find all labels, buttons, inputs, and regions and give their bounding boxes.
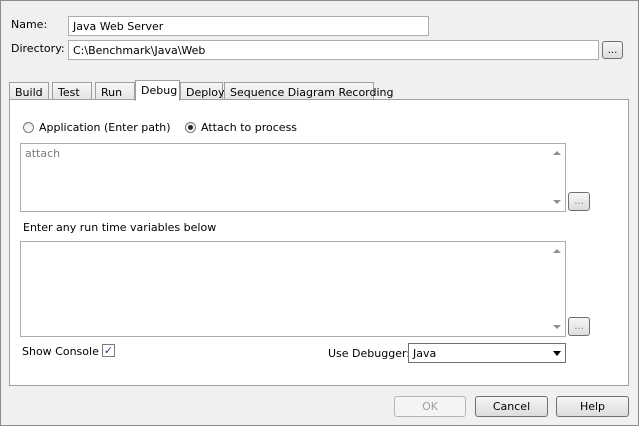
- directory-browse-button[interactable]: ...: [602, 41, 623, 59]
- radio-attach-label[interactable]: Attach to process: [201, 121, 297, 134]
- show-console-checkbox[interactable]: ✓: [102, 344, 115, 357]
- show-console-label: Show Console: [22, 345, 99, 358]
- help-button[interactable]: Help: [556, 396, 629, 417]
- scroll-up-icon[interactable]: [553, 151, 561, 155]
- runtime-vars-label: Enter any run time variables below: [23, 221, 217, 234]
- radio-attach[interactable]: [185, 122, 196, 133]
- check-icon: ✓: [103, 344, 114, 357]
- process-path-text: attach: [25, 147, 61, 160]
- tab-debug[interactable]: Debug: [135, 80, 180, 101]
- tab-sequence-diagram-recording[interactable]: Sequence Diagram Recording: [224, 82, 394, 100]
- vertical-scrollbar[interactable]: [550, 145, 564, 210]
- radio-application-label[interactable]: Application (Enter path): [39, 121, 171, 134]
- scroll-down-icon[interactable]: [553, 325, 561, 329]
- scroll-up-icon[interactable]: [553, 249, 561, 253]
- cancel-button[interactable]: Cancel: [475, 396, 548, 417]
- tab-test[interactable]: Test: [52, 82, 92, 100]
- scroll-down-icon[interactable]: [553, 200, 561, 204]
- debugger-select[interactable]: Java: [408, 343, 566, 363]
- vars-browse-button[interactable]: ...: [568, 317, 590, 336]
- path-browse-button[interactable]: ...: [568, 192, 590, 211]
- ok-button[interactable]: OK: [394, 396, 466, 417]
- name-field[interactable]: Java Web Server: [68, 16, 429, 36]
- directory-field[interactable]: C:\Benchmark\Java\Web: [68, 40, 599, 60]
- runtime-vars-textarea[interactable]: [20, 241, 566, 337]
- process-path-textarea[interactable]: attach: [20, 143, 566, 212]
- tab-build[interactable]: Build: [9, 82, 49, 100]
- tab-run[interactable]: Run: [95, 82, 135, 100]
- tab-deploy[interactable]: Deploy: [180, 82, 225, 100]
- debugger-select-value: Java: [413, 347, 437, 360]
- radio-selected-dot: [188, 125, 193, 130]
- name-label: Name:: [11, 18, 48, 31]
- vertical-scrollbar[interactable]: [550, 243, 564, 335]
- radio-application[interactable]: [23, 122, 34, 133]
- use-debugger-label: Use Debugger:: [328, 347, 411, 360]
- directory-label: Directory:: [11, 42, 65, 55]
- chevron-down-icon: [553, 351, 561, 356]
